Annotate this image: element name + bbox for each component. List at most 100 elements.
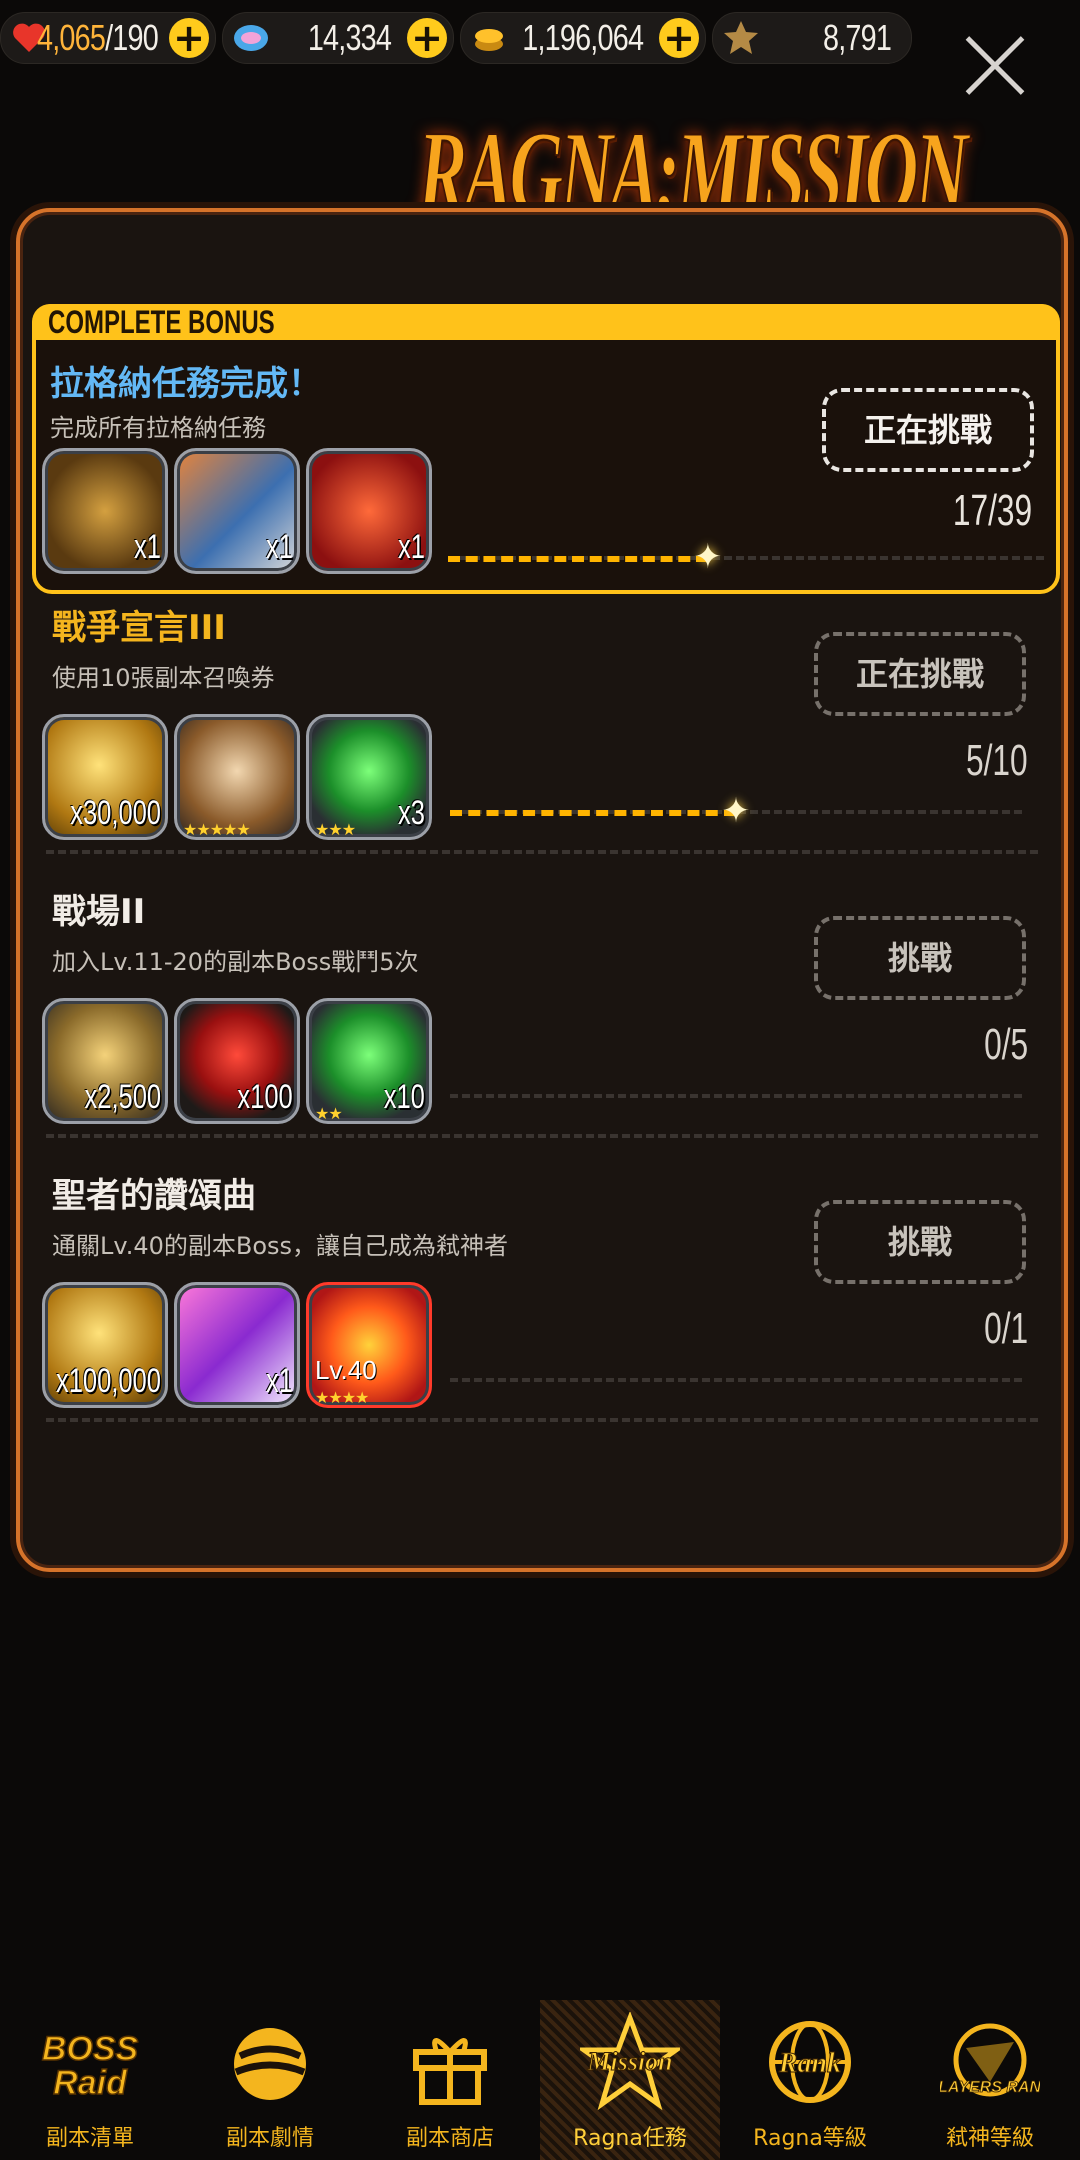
bottom-nav: BOSS Raid 副本清單 副本劇情 副本商店 Mission Ragna任務 … <box>0 2000 1080 2160</box>
tab-label: Ragna任務 <box>573 2126 687 2151</box>
tab-slayers-rank[interactable]: SLAYERS RANK 弒神等級 <box>900 2000 1080 2160</box>
coins-value: 1,196,064 <box>522 17 644 58</box>
reward-qty: x100,000 <box>56 1362 161 1400</box>
bonus-progress-track: ✦ <box>448 540 1044 574</box>
tab-label: 副本劇情 <box>225 2126 314 2151</box>
slayer-points-value: 8,791 <box>822 17 892 58</box>
tab-label: Ragna等級 <box>753 2126 867 2151</box>
story-icon <box>234 2028 306 2100</box>
bonus-challenging-button[interactable]: 正在挑戰 <box>822 388 1034 472</box>
add-stamina-button[interactable]: + <box>169 18 209 58</box>
gift-icon <box>413 2038 487 2105</box>
spark-icon: ✦ <box>721 791 751 831</box>
tab-ragna-rank[interactable]: Rank Ragna等級 <box>720 2000 900 2160</box>
mission-name: 戰爭宣言III <box>52 608 226 648</box>
tab-boss-shop[interactable]: 副本商店 <box>360 2000 540 2160</box>
mission-desc: 通關Lv.40的副本Boss，讓自己成為弒神者 <box>52 1232 509 1260</box>
mission-row: 聖者的讚頌曲 通關Lv.40的副本Boss，讓自己成為弒神者 挑戰 0/1 x1… <box>20 1134 1064 1408</box>
mission-icon: Mission <box>580 2012 680 2111</box>
mission-progress: 0/5 <box>983 1020 1028 1069</box>
tab-ragna-mission[interactable]: Mission Ragna任務 <box>540 2000 720 2160</box>
mission-list[interactable]: ✦ 戰爭宣言III 使用10張副本召喚券 正在挑戰 5/10 ✦ x30,000… <box>20 566 1064 1566</box>
tab-boss-list[interactable]: BOSS Raid 副本清單 <box>0 2000 180 2160</box>
rank-icon: Rank <box>769 2021 851 2103</box>
tab-label: 副本清單 <box>45 2126 134 2151</box>
stamina-counter: 4,065/190 + <box>0 12 216 64</box>
progress-fill <box>448 556 708 562</box>
bonus-name: 拉格納任務完成！ <box>50 364 322 404</box>
challenging-button[interactable]: 正在挑戰 <box>814 632 1026 716</box>
divider <box>46 1418 1038 1422</box>
tab-label: 弒神等級 <box>945 2126 1034 2151</box>
reward-qty: x3 <box>398 794 425 832</box>
challenge-button[interactable]: 挑戰 <box>814 1200 1026 1284</box>
mission-name: 聖者的讚頌曲 <box>52 1176 256 1216</box>
progress-track <box>450 1094 1022 1098</box>
gold-coins-reward[interactable]: x30,000 <box>42 714 168 840</box>
heart-item-reward[interactable]: x100 <box>174 998 300 1124</box>
tab-label: 副本商店 <box>405 2126 494 2151</box>
svg-text:SLAYERS RANK: SLAYERS RANK <box>940 2079 1040 2096</box>
currency-bar: 4,065/190 + 14,334 + 1,196,064 + 8,791 <box>0 8 1080 64</box>
medal-reward[interactable]: x2,500 <box>42 998 168 1124</box>
stamina-current: 4,065 <box>37 17 106 58</box>
boss-raid-icon: BOSSRaid <box>41 2029 139 2103</box>
upgrade-orb-reward[interactable]: ★★★★★ <box>174 714 300 840</box>
gems-value: 14,334 <box>307 17 392 58</box>
bonus-desc: 完成所有拉格納任務 <box>50 414 266 442</box>
level-label: Lv.40 <box>315 1355 377 1385</box>
reward-qty: x1 <box>134 528 161 566</box>
mission-progress: 5/10 <box>966 736 1028 785</box>
svg-text:Mission: Mission <box>586 2047 672 2076</box>
svg-text:BOSS: BOSS <box>42 2030 139 2068</box>
coin-icon <box>475 29 503 51</box>
progress-track: ✦ <box>450 794 1022 828</box>
gold-coins-reward[interactable]: x100,000 <box>42 1282 168 1408</box>
mission-row: 戰場II 加入Lv.11-20的副本Boss戰鬥5次 挑戰 0/5 x2,500… <box>20 850 1064 1124</box>
complete-bonus-tab: COMPLETE BONUS <box>32 304 1060 340</box>
star-rating: ★★★★ <box>315 1388 369 1407</box>
crystal-icon <box>234 25 268 51</box>
gems-counter: 14,334 + <box>222 12 454 64</box>
close-icon[interactable] <box>962 32 1028 98</box>
coins-counter: 1,196,064 + <box>460 12 706 64</box>
progress-track <box>450 1378 1022 1382</box>
stamina-max: /190 <box>105 17 159 58</box>
add-gems-button[interactable]: + <box>407 18 447 58</box>
ticket-x10-reward[interactable]: x1 <box>42 448 168 574</box>
summon-ticket-reward[interactable]: x1 <box>174 1282 300 1408</box>
mission-desc: 加入Lv.11-20的副本Boss戰鬥5次 <box>52 948 419 976</box>
red-card-reward[interactable]: x1 <box>306 448 432 574</box>
spark-icon: ✦ <box>693 537 723 577</box>
challenge-button[interactable]: 挑戰 <box>814 916 1026 1000</box>
mission-name: 戰場II <box>52 892 146 932</box>
reward-qty: x30,000 <box>70 794 161 832</box>
slayer-points-counter: 8,791 <box>712 12 912 64</box>
green-gem-reward[interactable]: x3 ★★★ <box>306 714 432 840</box>
tab-boss-story[interactable]: 副本劇情 <box>180 2000 360 2160</box>
reward-qty: x2,500 <box>84 1078 161 1116</box>
reward-qty: x1 <box>266 1362 293 1400</box>
emblem-icon <box>724 21 758 54</box>
star-rating: ★★★★★ <box>183 820 251 839</box>
green-gem-reward[interactable]: x10 ★★ <box>306 998 432 1124</box>
reward-qty: x1 <box>266 528 293 566</box>
divider <box>46 850 1038 854</box>
reward-qty: x1 <box>398 528 425 566</box>
add-coins-button[interactable]: + <box>659 18 699 58</box>
complete-bonus-card: COMPLETE BONUS 拉格納任務完成！ 完成所有拉格納任務 正在挑戰 1… <box>32 304 1060 594</box>
mission-row-next <box>20 1418 1064 1566</box>
bonus-progress: 17/39 <box>952 486 1032 535</box>
reward-qty: x100 <box>237 1078 293 1116</box>
mission-desc: 使用10張副本召喚券 <box>52 664 275 692</box>
slayers-rank-icon: SLAYERS RANK <box>940 2023 1040 2097</box>
mission-progress: 0/1 <box>983 1304 1028 1353</box>
mission-panel: ✦ 戰爭宣言III 使用10張副本召喚券 正在挑戰 5/10 ✦ x30,000… <box>16 208 1068 1572</box>
mission-row: 戰爭宣言III 使用10張副本召喚券 正在挑戰 5/10 ✦ x30,000 ★★… <box>20 566 1064 840</box>
reward-qty: x10 <box>383 1078 425 1116</box>
fire-monster-reward[interactable]: ★★★★ Lv.40 <box>306 1282 432 1408</box>
svg-text:Rank: Rank <box>778 2048 841 2079</box>
race-card-reward[interactable]: x1 <box>174 448 300 574</box>
svg-text:Raid: Raid <box>53 2064 128 2102</box>
star-rating: ★★★ <box>315 820 356 839</box>
